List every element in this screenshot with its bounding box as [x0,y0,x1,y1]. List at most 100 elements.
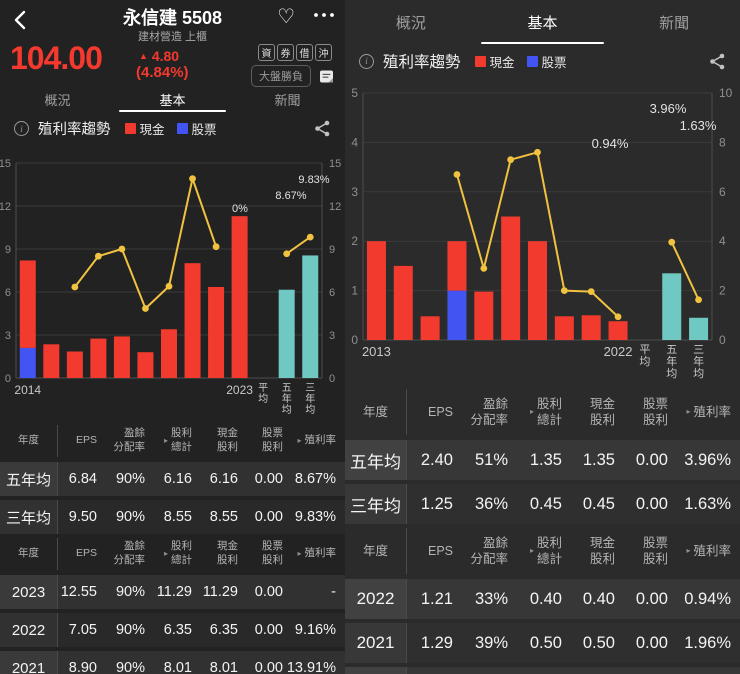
margin-badge: 借 [296,44,313,61]
table-cell: 8.55 [163,509,192,525]
right-axis-tick: 4 [719,234,726,248]
yield-point [534,148,541,156]
tab-fundamentals[interactable]: 基本 [477,0,609,44]
table-cell: 2.40 [420,450,453,469]
yield-trend-chart-left[interactable]: 0 0 3 3 6 6 9 9 12 12 15 15 0% 8.67% 9.83% 2014 2023 平均五年… [0,145,345,415]
favorite-heart-icon[interactable]: ♡ [277,4,295,29]
yield-point [507,156,515,164]
table-cell: 6.16 [163,471,192,487]
column-header-殖利率[interactable]: ▸ 殖利率 [677,389,740,435]
row-label-cell: 2020 [345,667,407,674]
yield-point [165,282,173,290]
bar-現金 [447,241,467,291]
yield-line [286,236,311,255]
table-cell: 1.35 [582,450,615,469]
legend-cash[interactable]: 現金 [474,52,515,71]
table-row: 五年均 2.40 51% 1.35 1.35 0.00 3.96% [345,440,740,480]
bar-現金 [161,329,177,378]
info-icon[interactable]: i [359,53,374,69]
table-cell: 9.50 [68,509,97,525]
market-compare-button[interactable]: 大盤勝負 [251,65,311,87]
annotation: 0.94% [592,136,629,151]
yield-point [212,243,220,251]
right-axis-tick: 0 [329,373,335,385]
x-axis-label: 年 [305,392,315,405]
sort-arrow-icon: ▸ [297,548,302,558]
yield-point [283,250,291,258]
column-header-股利總計[interactable]: ▸ 股利 總計 [154,538,201,570]
sort-arrow-icon: ▸ [297,435,302,445]
more-menu-icon[interactable] [313,12,335,18]
row-label-cell: 三年均 [0,500,58,534]
right-axis-tick: 3 [329,330,335,342]
price-change: ▲ 4.80 [139,48,180,64]
bar-均值 [278,289,295,378]
chart-header: i 殖利率趨勢 現金 股票 [345,44,740,78]
yield-point [142,305,149,312]
column-header-殖利率[interactable]: ▸ 殖利率 [292,425,345,457]
x-axis-label: 2013 [362,344,391,359]
yield-point [118,245,126,253]
left-axis-tick: 1 [351,284,358,298]
column-header-股利總計[interactable]: ▸ 股利 總計 [154,425,201,457]
legend-stock[interactable]: 股票 [526,52,567,71]
bar-現金 [501,216,521,340]
x-axis-label: 2023 [226,383,253,397]
table-cell: 8.90 [68,660,97,674]
table-cell: 11.29 [202,584,238,600]
table-cell: 0.50 [529,633,562,652]
table-row: 2023 12.55 90% 11.29 11.29 0.00 - [0,575,345,609]
tab-overview[interactable]: 概況 [345,0,477,44]
table-cell: 0.00 [635,633,668,652]
table-cell: 1.35 [529,450,562,469]
table-cell: 8.01 [163,660,192,674]
table-cell: - [331,584,336,600]
share-icon[interactable] [708,52,726,71]
left-axis-tick: 2 [351,234,358,248]
tab-overview[interactable]: 概況 [0,86,115,112]
x-axis-label: 年 [282,392,292,405]
column-header-股利總計[interactable]: ▸ 股利 總計 [517,528,571,574]
table-cell: 8.01 [209,660,238,674]
table-cell: 90% [115,584,145,600]
table-cell: 0.50 [582,633,615,652]
annotation: 1.63% [680,118,717,133]
tab-fundamentals[interactable]: 基本 [115,86,230,112]
info-icon[interactable]: i [14,121,29,136]
left-axis-tick: 3 [5,330,11,342]
sort-arrow-icon: ▸ [163,548,168,558]
x-axis-label: 2014 [14,383,41,397]
memo-note-icon[interactable] [319,69,335,84]
share-icon[interactable] [313,119,331,138]
bar-現金 [184,263,201,378]
yield-point [668,238,676,246]
right-axis-tick: 2 [719,284,726,298]
table-row: 2020-1.78-28%0.500.500.002.00% [345,667,740,674]
bar-均值 [689,317,709,340]
tab-news[interactable]: 新聞 [608,0,740,44]
stock-price: 104.00 [10,40,103,76]
x-axis-label: 三 [305,383,315,394]
table-cell: 0.00 [254,622,283,638]
table-cell: 0.50 [517,667,571,674]
legend-stock[interactable]: 股票 [176,119,217,138]
legend-cash[interactable]: 現金 [124,119,165,138]
table-cell: 6.35 [163,622,192,638]
bar-現金 [420,316,440,340]
yield-trend-chart-right[interactable]: 0 0 1 2 2 4 3 6 4 8 5 10 0.94% 3.96% 1.63% 2013 2022 平均五年… [345,78,740,385]
column-header-股利總計[interactable]: ▸ 股利 總計 [517,389,571,435]
stock-detail-panel-right: 概況 基本 新聞 i 殖利率趨勢 現金 股票 0 0 1 2 2 4 3 6 4 8 5 10 0.94… [345,0,740,674]
x-axis-label: 平 [639,344,650,356]
bar-現金 [90,338,107,378]
table-header-row: 年度 EPS 盈餘 分配率 ▸ 股利 總計 現金 股利 股票 股利 ▸ 殖利率 [345,528,740,574]
column-header-殖利率[interactable]: ▸ 殖利率 [292,538,345,570]
table-cell: 0.45 [529,494,562,513]
bar-現金 [19,260,36,348]
stock-header: 永信建 5508 建材營造 上櫃 ♡ 104.00 ▲ 4.80 (4.84%)… [0,0,345,87]
table-cell: 7.05 [68,622,97,638]
table-cell: 6.35 [209,622,238,638]
dividend-table-left: 年度 EPS 盈餘 分配率 ▸ 股利 總計 現金 股利 股票 股利 ▸ 殖利率 五年均 6.84 90% 6.1… [0,425,345,674]
tab-news[interactable]: 新聞 [230,86,345,112]
column-header-殖利率[interactable]: ▸ 殖利率 [677,528,740,574]
column-header-盈餘分配率: 盈餘 分配率 [470,535,508,566]
